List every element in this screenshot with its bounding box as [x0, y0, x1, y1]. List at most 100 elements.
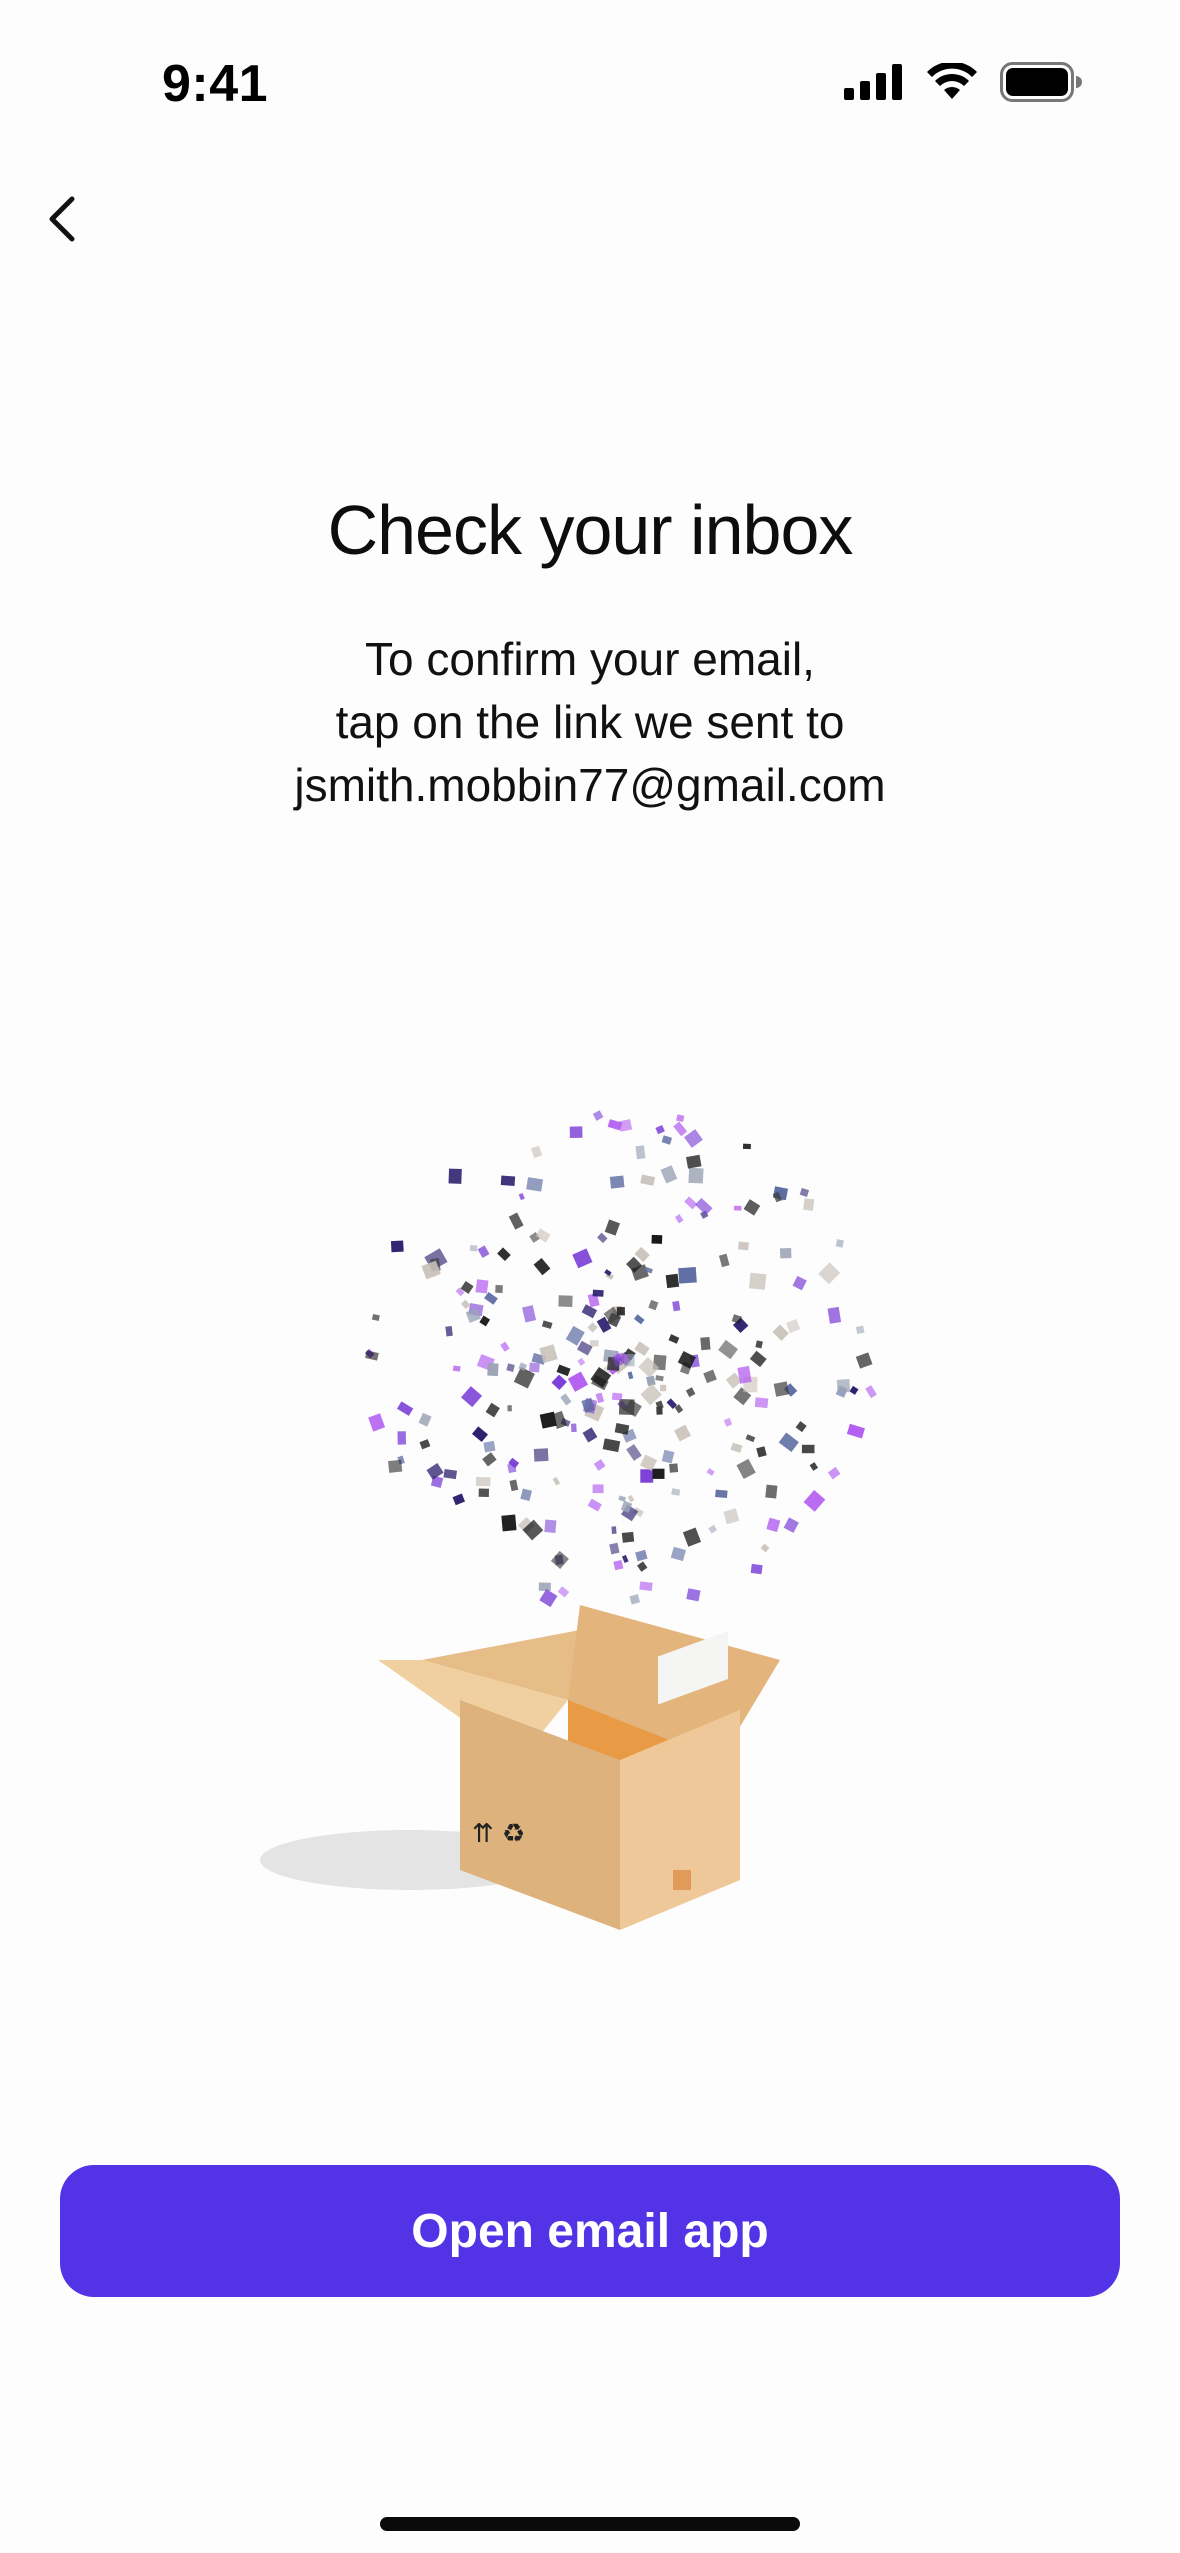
confetti-piece: [742, 1143, 751, 1150]
confetti-piece: [748, 1272, 767, 1290]
confetti-piece: [609, 1542, 620, 1555]
confetti-piece: [684, 1196, 698, 1210]
confetti-piece: [778, 1432, 799, 1453]
confetti-piece: [718, 1339, 739, 1360]
confetti-piece: [368, 1413, 386, 1432]
confetti-piece: [809, 1462, 819, 1471]
confetti-piece: [567, 1371, 589, 1392]
status-bar: 9:41: [0, 0, 1180, 175]
open-email-app-button[interactable]: Open email app: [60, 2165, 1120, 2297]
confetti-piece: [655, 1375, 664, 1382]
confetti-piece: [482, 1452, 497, 1467]
confetti-piece: [683, 1129, 703, 1148]
confetti-piece: [772, 1324, 789, 1341]
confetti-piece: [485, 1402, 500, 1418]
confetti-piece: [718, 1253, 730, 1268]
confetti-piece: [773, 1381, 790, 1397]
confetti-piece: [640, 1469, 654, 1483]
confetti-piece: [551, 1374, 567, 1391]
confetti-piece: [479, 1315, 491, 1327]
confetti-piece: [803, 1489, 826, 1512]
confetti-pieces: [364, 1110, 877, 1608]
confetti-piece: [626, 1444, 642, 1461]
confetti-piece: [613, 1560, 624, 1571]
confetti-piece: [475, 1476, 491, 1487]
confetti-piece: [477, 1245, 490, 1258]
confetti-piece: [846, 1423, 865, 1439]
confetti-piece: [723, 1508, 740, 1525]
confetti-piece: [577, 1357, 586, 1366]
confetti-piece: [674, 1214, 684, 1224]
confetti-piece: [556, 1364, 571, 1377]
confetti-piece: [750, 1563, 763, 1575]
confetti-piece: [539, 1589, 558, 1608]
confetti-piece: [607, 1119, 623, 1131]
confetti-piece: [452, 1493, 466, 1506]
confetti-piece: [469, 1244, 478, 1252]
confetti-piece: [849, 1385, 859, 1395]
confetti-piece: [700, 1336, 711, 1351]
confetti-piece: [443, 1468, 458, 1480]
confetti-piece: [671, 1488, 681, 1496]
confetti-piece: [865, 1385, 877, 1399]
confetti-piece: [618, 1495, 627, 1502]
confetti-piece: [669, 1463, 679, 1473]
confetti-piece: [651, 1234, 663, 1244]
confetti-piece: [526, 1177, 544, 1192]
confetti-piece: [673, 1121, 688, 1137]
confetti-piece: [452, 1365, 461, 1372]
confetti-piece: [582, 1427, 598, 1443]
confetti-piece: [529, 1362, 540, 1373]
confetti-piece: [688, 1167, 704, 1184]
confetti-piece: [552, 1476, 561, 1486]
confetti-piece: [611, 1526, 617, 1534]
confetti-piece: [756, 1446, 767, 1458]
confetti-piece: [541, 1320, 553, 1329]
confetti-piece: [544, 1519, 557, 1533]
confetti-piece: [627, 1371, 634, 1380]
confetti-piece: [500, 1341, 510, 1352]
confetti-piece: [592, 1110, 604, 1121]
confetti-piece: [635, 1549, 648, 1562]
confetti-piece: [733, 1205, 742, 1211]
instruction-line: To confirm your email,: [365, 633, 815, 685]
confetti-piece: [660, 1384, 667, 1392]
confetti-piece: [539, 1411, 557, 1429]
confetti-piece: [621, 1554, 629, 1564]
confetti-piece: [611, 1392, 623, 1401]
confetti-piece: [538, 1582, 551, 1591]
confetti-piece: [589, 1340, 599, 1347]
confetti-piece: [426, 1463, 444, 1480]
confetti-piece: [634, 1341, 650, 1357]
confetti-piece: [557, 1586, 570, 1598]
confetti-piece: [637, 1561, 648, 1572]
confetti-piece: [597, 1232, 608, 1244]
confetti-piece: [475, 1279, 489, 1294]
confetti-piece: [855, 1325, 865, 1335]
confetti-piece: [633, 1314, 645, 1325]
confetti-piece: [827, 1306, 842, 1324]
confetti-piece: [560, 1393, 572, 1406]
confetti-piece: [614, 1422, 630, 1435]
confetti-piece: [660, 1165, 678, 1184]
instruction-text: To confirm your email, tap on the link w…: [0, 628, 1180, 817]
confetti-piece: [550, 1550, 569, 1570]
confetti-piece: [730, 1442, 743, 1453]
confetti-piece: [483, 1440, 496, 1453]
confetti-piece: [627, 1494, 635, 1503]
confetti-piece: [668, 1334, 680, 1344]
back-button[interactable]: [30, 185, 94, 257]
confetti-piece: [634, 1246, 650, 1263]
confetti-piece: [779, 1248, 792, 1259]
wifi-icon: [926, 61, 978, 106]
confetti-piece: [818, 1262, 841, 1285]
confetti-piece: [686, 1154, 702, 1169]
confetti-piece: [397, 1431, 407, 1445]
confetti-piece: [495, 1284, 503, 1294]
confetti-piece: [743, 1199, 761, 1216]
confetti-piece: [652, 1468, 665, 1479]
confetti-piece: [487, 1363, 499, 1377]
confetti-piece: [629, 1594, 641, 1605]
confetti-piece: [640, 1454, 658, 1472]
confetti-piece: [639, 1581, 653, 1592]
